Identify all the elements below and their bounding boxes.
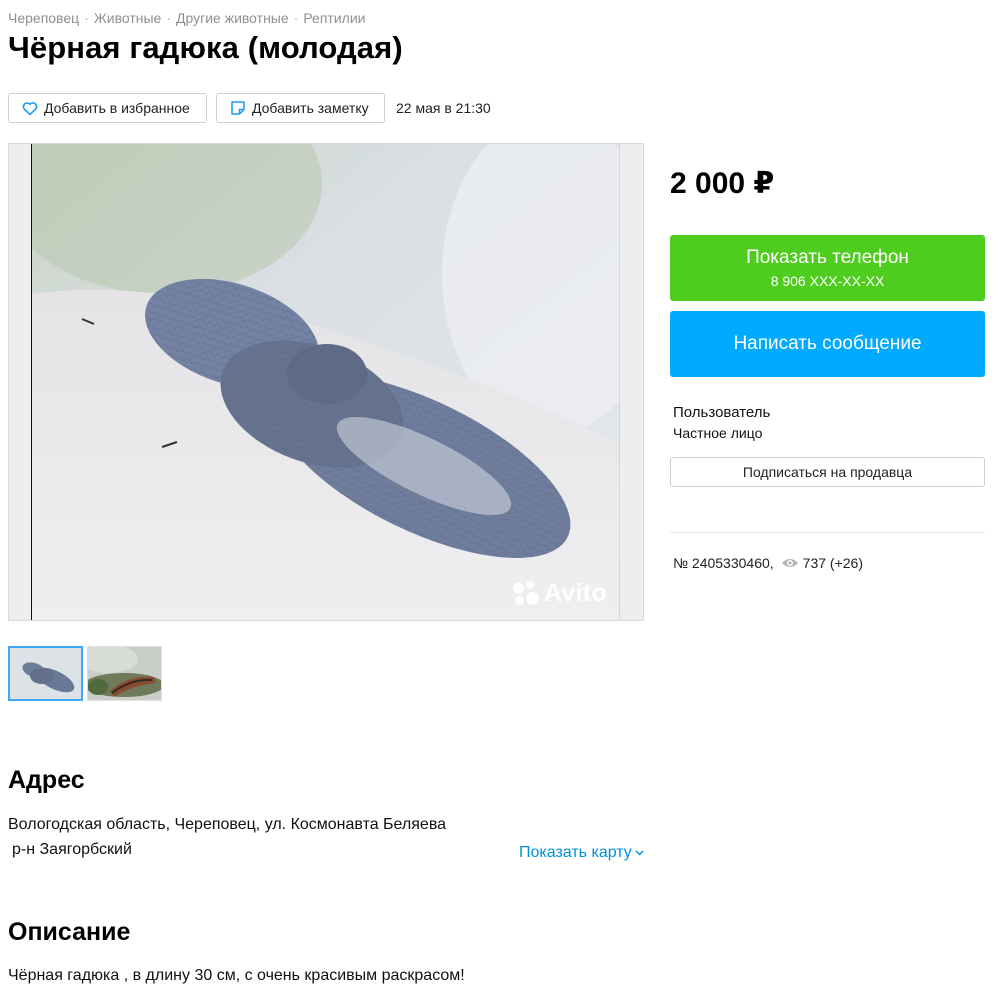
main-photo[interactable]: Avito xyxy=(8,143,644,621)
show-phone-button[interactable]: Показать телефон 8 906 XXX-XX-XX xyxy=(670,235,985,301)
subscribe-seller-button[interactable]: Подписаться на продавца xyxy=(670,457,985,487)
heart-icon xyxy=(22,101,38,115)
show-map-label: Показать карту xyxy=(519,844,632,861)
add-note-button[interactable]: Добавить заметку xyxy=(216,93,385,123)
ad-meta: № 2405330460, 737 (+26) xyxy=(673,555,863,571)
ad-number: № 2405330460, xyxy=(673,555,774,571)
avito-watermark: Avito xyxy=(512,579,607,608)
description-text: Чёрная гадюка , в длину 30 см, с очень к… xyxy=(8,967,465,984)
add-to-favorites-button[interactable]: Добавить в избранное xyxy=(8,93,207,123)
eye-icon xyxy=(781,559,798,567)
show-phone-label: Показать телефон xyxy=(746,247,909,268)
divider xyxy=(670,532,985,533)
price: 2 000 ₽ xyxy=(670,167,775,200)
snake-photo-image xyxy=(9,144,643,620)
avito-logo-icon xyxy=(512,580,539,607)
photo-frame-left xyxy=(9,144,32,620)
write-message-button[interactable]: Написать сообщение xyxy=(670,311,985,377)
photo-frame-right xyxy=(619,144,643,620)
thumbnail-1[interactable] xyxy=(8,646,83,701)
page-title: Чёрная гадюка (молодая) xyxy=(8,30,403,65)
seller-name[interactable]: Пользователь xyxy=(673,404,770,421)
breadcrumb-separator: · xyxy=(84,10,89,26)
breadcrumb-separator: · xyxy=(166,10,171,26)
breadcrumb-item-animals[interactable]: Животные xyxy=(94,10,162,26)
breadcrumb: Череповец · Животные · Другие животные · Репти… xyxy=(8,10,365,26)
description-heading: Описание xyxy=(8,918,131,946)
chevron-down-icon xyxy=(635,850,644,856)
watermark-text: Avito xyxy=(543,579,607,607)
breadcrumb-item-reptiles[interactable]: Рептилии xyxy=(303,10,365,26)
breadcrumb-separator: · xyxy=(293,10,299,26)
address-line: Вологодская область, Череповец, ул. Косм… xyxy=(8,816,447,833)
breadcrumb-item-city[interactable]: Череповец xyxy=(8,10,79,26)
add-to-favorites-label: Добавить в избранное xyxy=(44,100,190,116)
publish-date: 22 мая в 21:30 xyxy=(396,100,491,116)
thumbnail-2[interactable] xyxy=(87,646,162,701)
views-count: 737 (+26) xyxy=(802,555,863,571)
address-district: р-н Заягорбский xyxy=(12,841,132,858)
seller-type: Частное лицо xyxy=(673,425,763,441)
phone-number-masked: 8 906 XXX-XX-XX xyxy=(770,273,885,289)
show-map-link[interactable]: Показать карту xyxy=(519,844,644,862)
add-note-label: Добавить заметку xyxy=(252,100,369,116)
address-heading: Адрес xyxy=(8,766,85,794)
breadcrumb-item-other-animals[interactable]: Другие животные xyxy=(176,10,289,26)
note-icon xyxy=(231,101,245,115)
